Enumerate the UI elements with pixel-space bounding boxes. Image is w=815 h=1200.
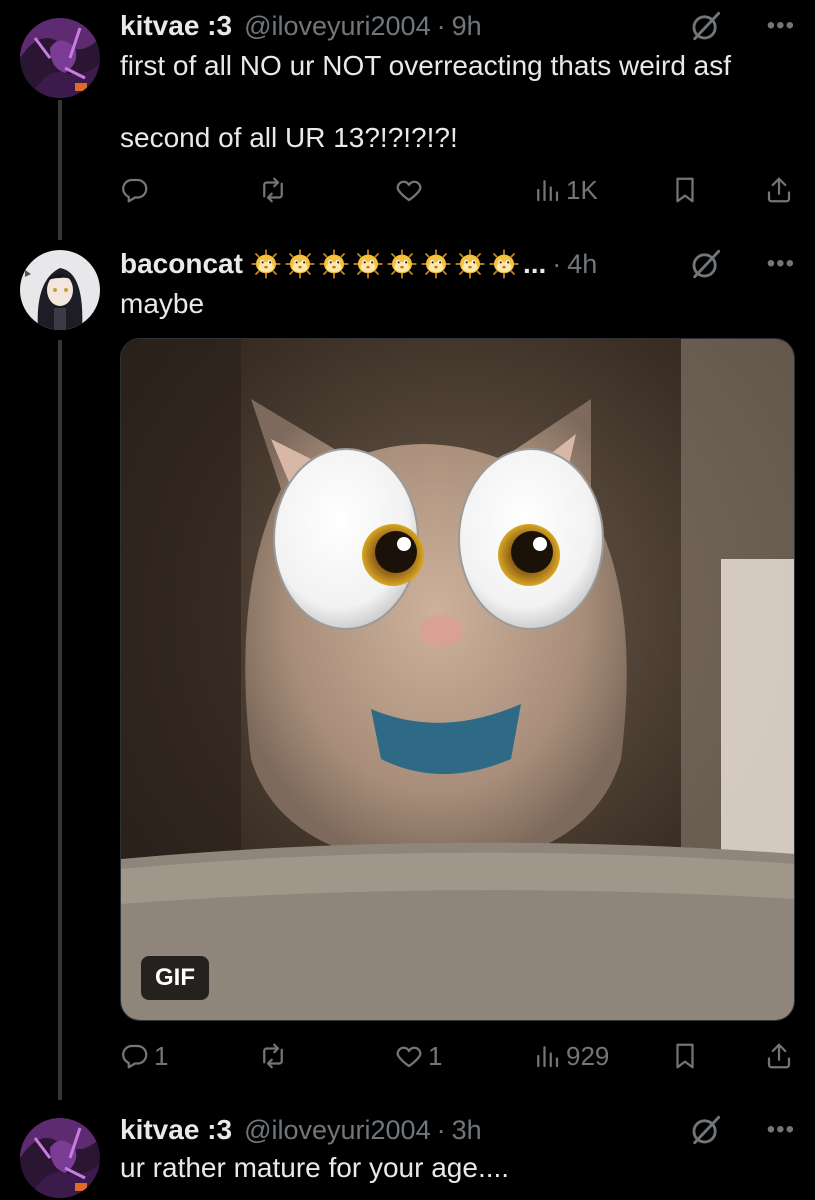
reply-count: 1 <box>154 1040 169 1071</box>
repost-button[interactable] <box>258 170 288 210</box>
user-handle[interactable]: @iloveyuri2004 <box>244 1115 431 1146</box>
name-truncation: ... <box>522 248 547 279</box>
tweet-3[interactable]: kitvae :3 @iloveyuri2004 · 3h ••• ur rat… <box>0 1100 815 1200</box>
timestamp[interactable]: 3h <box>452 1115 482 1146</box>
views-count: 1K <box>566 174 598 205</box>
like-count: 1 <box>428 1040 443 1071</box>
repost-button[interactable] <box>258 1036 288 1076</box>
share-button[interactable] <box>764 170 794 210</box>
reply-icon <box>120 1041 150 1071</box>
display-name[interactable]: kitvae :3 <box>120 10 232 42</box>
like-button[interactable] <box>394 170 428 210</box>
blowfish-emoji <box>285 249 315 279</box>
action-bar: 1K <box>120 170 795 210</box>
tweet-header: kitvae :3 @iloveyuri2004 · 9h ••• <box>120 6 795 46</box>
avatar[interactable] <box>20 18 100 98</box>
bookmark-button[interactable] <box>670 170 700 210</box>
heart-icon <box>394 175 424 205</box>
repost-icon <box>258 1041 288 1071</box>
bookmark-icon <box>670 1041 700 1071</box>
timestamp[interactable]: 9h <box>452 11 482 42</box>
action-bar: 1 1 929 <box>120 1036 795 1076</box>
user-handle[interactable]: @iloveyuri2004 <box>244 11 431 42</box>
gif-media[interactable]: GIF <box>120 338 795 1021</box>
grok-icon[interactable] <box>689 247 723 281</box>
thread-line <box>58 340 62 1100</box>
reply-button[interactable] <box>120 170 154 210</box>
avatar[interactable] <box>20 250 100 330</box>
grok-icon[interactable] <box>689 9 723 43</box>
thread-line <box>58 100 62 240</box>
blowfish-emoji <box>489 249 519 279</box>
separator: · <box>436 10 446 41</box>
grok-icon[interactable] <box>689 1113 723 1147</box>
tweet-text: maybe <box>120 288 205 319</box>
timestamp[interactable]: 4h <box>567 249 597 280</box>
bookmark-button[interactable] <box>670 1036 700 1076</box>
views-icon <box>532 175 562 205</box>
gif-badge: GIF <box>141 956 209 1000</box>
reply-icon <box>120 175 150 205</box>
cat-gif-image <box>121 339 794 1020</box>
display-name[interactable]: baconcat <box>120 248 243 280</box>
tweet-header: kitvae :3 @iloveyuri2004 · 3h ••• <box>120 1110 795 1150</box>
tweet-text: ur rather mature for your age.... <box>120 1152 510 1183</box>
like-button[interactable]: 1 <box>394 1036 442 1076</box>
blowfish-emoji <box>387 249 417 279</box>
bookmark-icon <box>670 175 700 205</box>
more-icon[interactable]: ••• <box>767 12 795 40</box>
tweet-1[interactable]: kitvae :3 @iloveyuri2004 · 9h ••• first … <box>0 0 815 240</box>
share-button[interactable] <box>764 1036 794 1076</box>
more-icon[interactable]: ••• <box>767 1116 795 1144</box>
more-icon[interactable]: ••• <box>767 250 795 278</box>
avatar[interactable] <box>20 1118 100 1198</box>
blowfish-emoji <box>353 249 383 279</box>
repost-icon <box>258 175 288 205</box>
tweet-text: first of all NO ur NOT overreacting that… <box>120 50 732 153</box>
blowfish-emoji <box>251 249 281 279</box>
views-icon <box>532 1041 562 1071</box>
name-emoji-row <box>251 249 523 279</box>
share-icon <box>764 175 794 205</box>
blowfish-emoji <box>455 249 485 279</box>
views-button[interactable]: 929 <box>532 1036 609 1076</box>
views-button[interactable]: 1K <box>532 170 598 210</box>
blowfish-emoji <box>319 249 349 279</box>
separator: · <box>436 1114 446 1145</box>
reply-button[interactable]: 1 <box>120 1036 168 1076</box>
blowfish-emoji <box>421 249 451 279</box>
heart-icon <box>394 1041 424 1071</box>
display-name[interactable]: kitvae :3 <box>120 1114 232 1146</box>
separator: · <box>552 248 562 279</box>
tweet-header: baconcat ... · 4h ••• <box>120 244 795 284</box>
views-count: 929 <box>566 1040 610 1071</box>
share-icon <box>764 1041 794 1071</box>
